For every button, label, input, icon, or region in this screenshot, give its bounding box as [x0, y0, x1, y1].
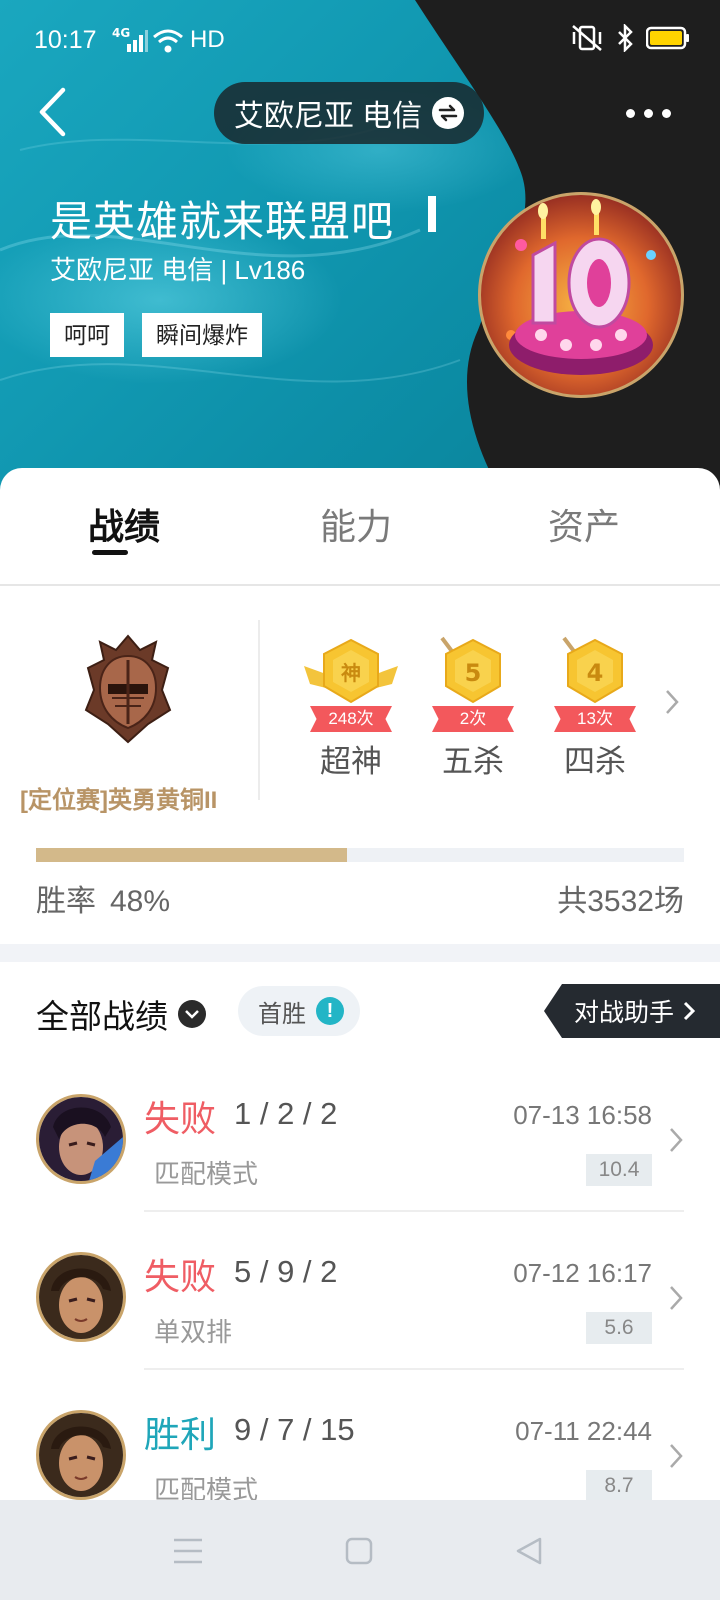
achievement-badge-text: 神 — [341, 661, 361, 685]
first-win-label: 首胜 — [258, 1000, 306, 1028]
wifi-icon — [153, 29, 183, 53]
match-row[interactable]: 失败 5 / 9 / 2 单双排 07-12 16:17 5.6 — [0, 1212, 720, 1370]
chevron-down-icon — [178, 1000, 206, 1028]
player-tag[interactable]: 呵呵 — [50, 313, 124, 357]
match-time: 07-13 16:58 — [513, 1100, 652, 1130]
player-tag[interactable]: 瞬间爆炸 — [142, 313, 262, 357]
winrate-value: 48% — [110, 885, 171, 918]
more-icon-dot — [643, 108, 653, 118]
battery-icon — [646, 26, 689, 50]
birthday-cake-icon — [506, 199, 656, 375]
winrate: 胜率 48% — [36, 876, 170, 920]
tab-record[interactable]: 战绩 — [88, 498, 160, 550]
system-nav-bar — [0, 1500, 720, 1600]
server-switcher[interactable]: 艾欧尼亚 电信 — [214, 82, 484, 144]
achievement-count: 2次 — [432, 706, 514, 732]
profile-avatar[interactable] — [478, 192, 684, 398]
back-icon[interactable] — [514, 1536, 544, 1566]
match-row[interactable]: 胜利 9 / 7 / 15 匹配模式 07-11 22:44 8.7 — [0, 1370, 720, 1505]
match-kda: 5 / 9 / 2 — [234, 1254, 338, 1289]
menu-icon[interactable] — [172, 1536, 204, 1566]
player-name[interactable]: 是英雄就来联盟吧 — [50, 188, 394, 249]
more-icon-dot — [661, 108, 671, 118]
battle-assistant-button[interactable]: 对战助手 — [544, 984, 720, 1038]
match-kda: 9 / 7 / 15 — [234, 1412, 355, 1447]
more-icon-dot — [625, 108, 635, 118]
achievement-label: 超神 — [320, 744, 382, 779]
active-tab-indicator — [92, 550, 128, 555]
signal-icon — [127, 30, 148, 52]
status-time: 10:17 — [34, 26, 97, 54]
more-button[interactable] — [618, 98, 678, 128]
match-result: 胜利 — [144, 1414, 217, 1455]
achievement-count: 248次 — [310, 706, 392, 732]
tab-ability[interactable]: 能力 — [320, 498, 392, 550]
achievement-label: 四杀 — [564, 744, 626, 779]
back-arrow-icon — [39, 87, 66, 137]
record-filter-dropdown[interactable]: 全部战绩 — [36, 990, 206, 1038]
first-win-button[interactable]: 首胜 ! — [238, 986, 360, 1036]
text-cursor — [428, 196, 436, 232]
winrate-bar-fill — [36, 848, 348, 862]
status-bar: 10:17 4G HD — [0, 18, 720, 62]
info-icon: ! — [316, 997, 344, 1025]
achievement-quadrakill[interactable]: 4 13次 四杀 — [540, 636, 650, 781]
back-button[interactable] — [30, 82, 74, 142]
achievement-count: 13次 — [554, 706, 636, 732]
chevron-right-icon[interactable] — [664, 688, 680, 716]
chevron-right-icon — [683, 1001, 696, 1021]
chevron-right-icon — [670, 1444, 683, 1468]
vibrate-mute-icon — [572, 25, 602, 51]
champion-avatar — [36, 1410, 126, 1500]
tab-assets[interactable]: 资产 — [548, 498, 620, 550]
record-filter-label: 全部战绩 — [36, 998, 168, 1035]
winrate-label: 胜率 — [36, 885, 96, 918]
bronze-rank-emblem-icon[interactable] — [82, 632, 174, 746]
match-score: 5.6 — [586, 1312, 652, 1344]
hd-indicator: HD — [190, 26, 225, 53]
rank-summary: [定位赛]英勇黄铜II 神 248次 超神 5 2次 五杀 4 13次 四杀 胜… — [0, 586, 720, 944]
match-kda: 1 / 2 / 2 — [234, 1096, 338, 1131]
winrate-bar — [36, 848, 684, 862]
rank-label: [定位赛]英勇黄铜II — [20, 787, 218, 814]
home-icon[interactable] — [344, 1536, 374, 1566]
records-toolbar: 全部战绩 首胜 ! 对战助手 — [0, 962, 720, 1054]
server-name: 艾欧尼亚 电信 — [233, 100, 423, 133]
champion-avatar — [36, 1252, 126, 1342]
match-row[interactable]: 失败 1 / 2 / 2 匹配模式 07-13 16:58 10.4 — [0, 1054, 720, 1212]
chevron-right-icon — [670, 1286, 683, 1310]
achievement-badge-text: 4 — [587, 659, 604, 687]
total-games: 共3532场 — [557, 885, 684, 918]
player-tags: 呵呵 瞬间爆炸 — [50, 313, 262, 357]
section-divider — [0, 944, 720, 962]
bluetooth-icon — [618, 24, 633, 52]
match-result: 失败 — [144, 1256, 217, 1297]
swap-icon — [432, 97, 465, 129]
achievement-pentakill[interactable]: 5 2次 五杀 — [418, 636, 528, 781]
champion-avatar — [36, 1094, 126, 1184]
profile-header: 10:17 4G HD 艾欧尼亚 电信 是英雄就来联盟吧 艾欧尼亚 电信 | L… — [0, 0, 720, 500]
match-result: 失败 — [144, 1098, 217, 1139]
achievement-legendary[interactable]: 神 248次 超神 — [296, 636, 406, 781]
match-score: 8.7 — [586, 1470, 652, 1502]
chevron-right-icon — [670, 1128, 683, 1152]
achievement-badge-text: 5 — [465, 659, 482, 687]
player-server-level: 艾欧尼亚 电信 | Lv186 — [50, 255, 306, 285]
match-mode: 匹配模式 — [154, 1159, 259, 1189]
match-time: 07-12 16:17 — [513, 1258, 652, 1288]
achievement-label: 五杀 — [442, 744, 504, 779]
divider — [258, 620, 260, 800]
match-time: 07-11 22:44 — [515, 1416, 652, 1446]
battle-assistant-label: 对战助手 — [574, 999, 675, 1027]
match-score: 10.4 — [586, 1154, 652, 1186]
match-mode: 单双排 — [154, 1317, 233, 1347]
tab-bar: 战绩 能力 资产 — [0, 468, 720, 586]
